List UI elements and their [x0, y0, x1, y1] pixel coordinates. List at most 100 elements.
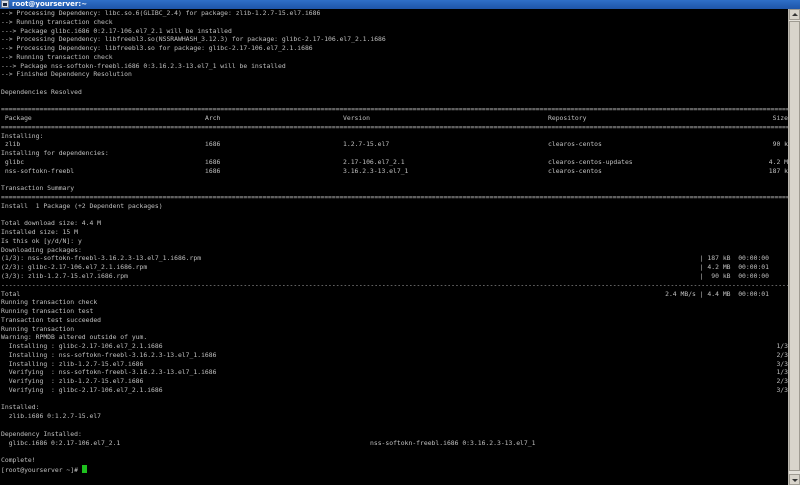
scrollbar-thumb[interactable] [789, 21, 800, 471]
window-title: root@yourserver:~ [12, 0, 88, 8]
output-line: Downloading packages: [1, 245, 82, 254]
scroll-up-button[interactable] [789, 9, 800, 20]
double-rule: ========================================… [1, 193, 788, 202]
cell-package: glibc [1, 158, 25, 167]
step-row: Verifying : glibc-2.17-106.el7_2.1.i686 … [1, 386, 788, 395]
output-line: Total download size: 4.4 M [1, 219, 102, 228]
section-label: Installing: [1, 131, 44, 140]
shell-prompt: [root@yourserver ~]# [1, 465, 82, 474]
header-size: Size [772, 114, 788, 123]
arrow-up-icon [792, 13, 798, 16]
table-row: glibc i686 2.17-106.el7_2.1 clearos-cent… [1, 158, 788, 167]
output-line: --> Running transaction check [1, 17, 113, 26]
dash-rule: ----------------------------------------… [1, 280, 788, 289]
double-rule: ========================================… [1, 122, 788, 131]
table-row: nss-softokn-freebl i686 3.16.2.3-13.el7_… [1, 167, 788, 176]
output-line: --> Finished Dependency Resolution [1, 70, 132, 79]
vertical-scrollbar[interactable] [788, 9, 800, 485]
cell-repository: clearos-centos-updates [548, 158, 633, 167]
cell-arch: i686 [205, 166, 221, 175]
table-row: zlib i686 1.2.7-15.el7 clearos-centos 90… [1, 140, 788, 149]
cell-repository: clearos-centos [548, 140, 602, 149]
cell-repository: clearos-centos [548, 166, 602, 175]
step-text: Installing : nss-softokn-freebl-3.16.2.3… [1, 350, 217, 359]
output-line: Running transaction [1, 324, 75, 333]
scroll-down-button[interactable] [789, 474, 800, 485]
terminal-output[interactable]: --> Processing Dependency: libc.so.6(GLI… [0, 9, 788, 485]
output-line: Is this ok [y/d/N]: y [1, 236, 82, 245]
step-row: Verifying : nss-softokn-freebl-3.16.2.3-… [1, 368, 788, 377]
step-count: 3/3 [776, 385, 788, 394]
double-rule: ========================================… [1, 105, 788, 114]
table-header: Package Arch Version Repository Size [1, 114, 788, 123]
output-line: --> Processing Dependency: libfreebl3.so… [1, 35, 386, 44]
download-name: (1/3): nss-softokn-freebl-3.16.2.3-13.el… [1, 254, 202, 263]
step-text: Verifying : glibc-2.17-106.el7_2.1.i686 [1, 385, 163, 394]
download-size: | 4.2 MB 00:00:01 [699, 263, 769, 272]
step-text: Verifying : nss-softokn-freebl-3.16.2.3-… [1, 368, 217, 377]
cell-size: 4.2 M [768, 158, 788, 167]
output-line: --> Running transaction check [1, 52, 113, 61]
output-line: Transaction test succeeded [1, 315, 102, 324]
output-line: ---> Package glibc.i686 0:2.17-106.el7_2… [1, 26, 232, 35]
cell-size: 187 k [768, 166, 788, 175]
step-count: 2/3 [776, 350, 788, 359]
text-cursor [81, 464, 87, 473]
dependency-installed-item: glibc.i686 0:2.17-106.el7_2.1 [1, 438, 121, 447]
cell-arch: i686 [205, 140, 221, 149]
header-repository: Repository [548, 114, 587, 123]
header-version: Version [343, 114, 370, 123]
output-line: Dependencies Resolved [1, 87, 82, 96]
terminal-app-icon[interactable] [1, 0, 9, 8]
output-line: Running transaction check [1, 298, 98, 307]
cell-package: nss-softokn-freebl [1, 166, 75, 175]
dependency-installed-row: glibc.i686 0:2.17-106.el7_2.1 nss-softok… [1, 439, 788, 448]
output-line: ---> Package nss-softokn-freebl.i686 0:3… [1, 61, 286, 70]
output-line: --> Processing Dependency: libc.so.6(GLI… [1, 9, 321, 17]
download-row: (3/3): zlib-1.2.7-15.el7.i686.rpm | 90 k… [1, 272, 788, 281]
step-row: Installing : nss-softokn-freebl-3.16.2.3… [1, 351, 788, 360]
download-row: (2/3): glibc-2.17-106.el7_2.1.i686.rpm |… [1, 263, 788, 272]
step-count: 1/3 [776, 368, 788, 377]
pre-lines: --> Processing Dependency: libc.so.6(GLI… [1, 9, 788, 105]
cell-version: 3.16.2.3-13.el7_1 [343, 166, 409, 175]
dependency-installed-label: Dependency Installed: [1, 429, 82, 438]
cell-arch: i686 [205, 158, 221, 167]
cell-version: 2.17-106.el7_2.1 [343, 158, 405, 167]
shell-prompt-line[interactable]: [root@yourserver ~]# [1, 464, 788, 474]
section-label: Installing for dependencies: [1, 149, 109, 158]
cell-size: 90 k [772, 140, 788, 149]
arrow-down-icon [792, 479, 798, 482]
cell-version: 1.2.7-15.el7 [343, 140, 390, 149]
total-row: Total 2.4 MB/s | 4.4 MB 00:00:01 [1, 290, 788, 299]
install-summary: Install 1 Package (+2 Dependent packages… [1, 201, 163, 210]
step-text: Installing : zlib-1.2.7-15.el7.i686 [1, 359, 144, 368]
dependency-installed-item: nss-softokn-freebl.i686 0:3.16.2.3-13.el… [370, 438, 536, 447]
installed-item: zlib.i686 0:1.2.7-15.el7 [1, 412, 102, 421]
window-titlebar[interactable]: root@yourserver:~ [0, 0, 800, 9]
header-arch: Arch [205, 114, 221, 123]
download-name: (2/3): glibc-2.17-106.el7_2.1.i686.rpm [1, 263, 148, 272]
step-text: Verifying : zlib-1.2.7-15.el7.i686 [1, 377, 144, 386]
output-line: Warning: RPMDB altered outside of yum. [1, 333, 148, 342]
download-row: (1/3): nss-softokn-freebl-3.16.2.3-13.el… [1, 254, 788, 263]
total-label: Total [1, 289, 21, 298]
complete-message: Complete! [1, 456, 36, 465]
step-text: Installing : glibc-2.17-106.el7_2.1.i686 [1, 342, 163, 351]
step-row: Installing : glibc-2.17-106.el7_2.1.i686… [1, 342, 788, 351]
step-count: 2/3 [776, 377, 788, 386]
summary-title: Transaction Summary [1, 184, 75, 193]
step-row: Installing : zlib-1.2.7-15.el7.i686 3/3 [1, 360, 788, 369]
output-line: Running transaction test [1, 307, 94, 316]
download-name: (3/3): zlib-1.2.7-15.el7.i686.rpm [1, 271, 128, 280]
installed-label: Installed: [1, 403, 40, 412]
step-count: 1/3 [776, 342, 788, 351]
step-count: 3/3 [776, 359, 788, 368]
